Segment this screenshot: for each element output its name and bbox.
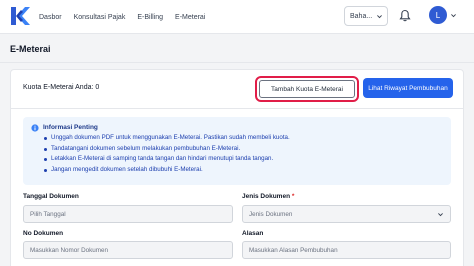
logo-icon[interactable] [9, 6, 31, 26]
bell-icon[interactable] [399, 9, 411, 22]
required-marker: * [291, 193, 295, 200]
chevron-down-icon [377, 15, 382, 19]
info-item: Jangan mengedit dokumen setelah dibubuhi… [43, 165, 290, 176]
chevron-down-icon[interactable] [450, 12, 457, 19]
top-navbar: Dasbor Konsultasi Pajak E-Billing E-Mete… [0, 0, 474, 34]
info-item: Letakkan E-Meterai di samping tanda tang… [43, 154, 290, 165]
no-dokumen-placeholder: Masukkan Nomor Dokumen [30, 246, 109, 254]
tanggal-dokumen-placeholder: Pilih Tanggal [30, 210, 66, 218]
avatar-initial: L [435, 10, 441, 20]
avatar[interactable]: L [429, 6, 447, 24]
alasan-placeholder: Masukkan Alasan Pembubuhan [249, 246, 338, 254]
main-nav: Dasbor Konsultasi Pajak E-Billing E-Mete… [39, 0, 217, 34]
language-value: Baha... [350, 12, 373, 20]
jenis-dokumen-placeholder: Jenis Dokumen [249, 210, 293, 218]
info-item: Tandatangani dokumen sebelum melakukan p… [43, 144, 290, 155]
no-dokumen-label: No Dokumen [23, 230, 64, 237]
info-item: Unggah dokumen PDF untuk menggunakan E-M… [43, 133, 290, 144]
nav-item-dasbor[interactable]: Dasbor [39, 14, 62, 21]
nav-item-konsultasi-pajak[interactable]: Konsultasi Pajak [74, 14, 126, 21]
alasan-label: Alasan [242, 230, 264, 237]
divider [0, 62, 474, 63]
highlight-frame: Tambah Kuota E-Meterai [255, 76, 359, 102]
nav-item-e-billing[interactable]: E-Billing [137, 14, 163, 21]
info-list: Unggah dokumen PDF untuk menggunakan E-M… [43, 133, 290, 175]
divider [11, 108, 463, 109]
jenis-dokumen-label: Jenis Dokumen * [242, 193, 294, 200]
page-title: E-Meterai [10, 44, 51, 54]
jenis-dokumen-label-text: Jenis Dokumen [242, 193, 291, 200]
view-history-button[interactable]: Lihat Riwayat Pembubuhan [363, 78, 453, 98]
no-dokumen-input[interactable]: Masukkan Nomor Dokumen [23, 241, 233, 259]
add-quota-button[interactable]: Tambah Kuota E-Meterai [259, 80, 355, 98]
tanggal-dokumen-input[interactable]: Pilih Tanggal [23, 205, 233, 223]
alasan-input[interactable]: Masukkan Alasan Pembubuhan [242, 241, 451, 259]
jenis-dokumen-select[interactable]: Jenis Dokumen [242, 205, 451, 223]
nav-item-e-meterai[interactable]: E-Meterai [175, 14, 205, 21]
tanggal-dokumen-label: Tanggal Dokumen [23, 193, 79, 200]
chevron-down-icon [438, 213, 443, 217]
e-meterai-card: Kuota E-Meterai Anda: 0 Tambah Kuota E-M… [10, 69, 464, 266]
quota-label: Kuota E-Meterai Anda: 0 [23, 84, 100, 91]
info-title: Informasi Penting [43, 124, 98, 131]
language-select[interactable]: Baha... [344, 6, 388, 26]
info-icon [31, 124, 39, 132]
info-box: Informasi Penting Unggah dokumen PDF unt… [23, 117, 451, 185]
